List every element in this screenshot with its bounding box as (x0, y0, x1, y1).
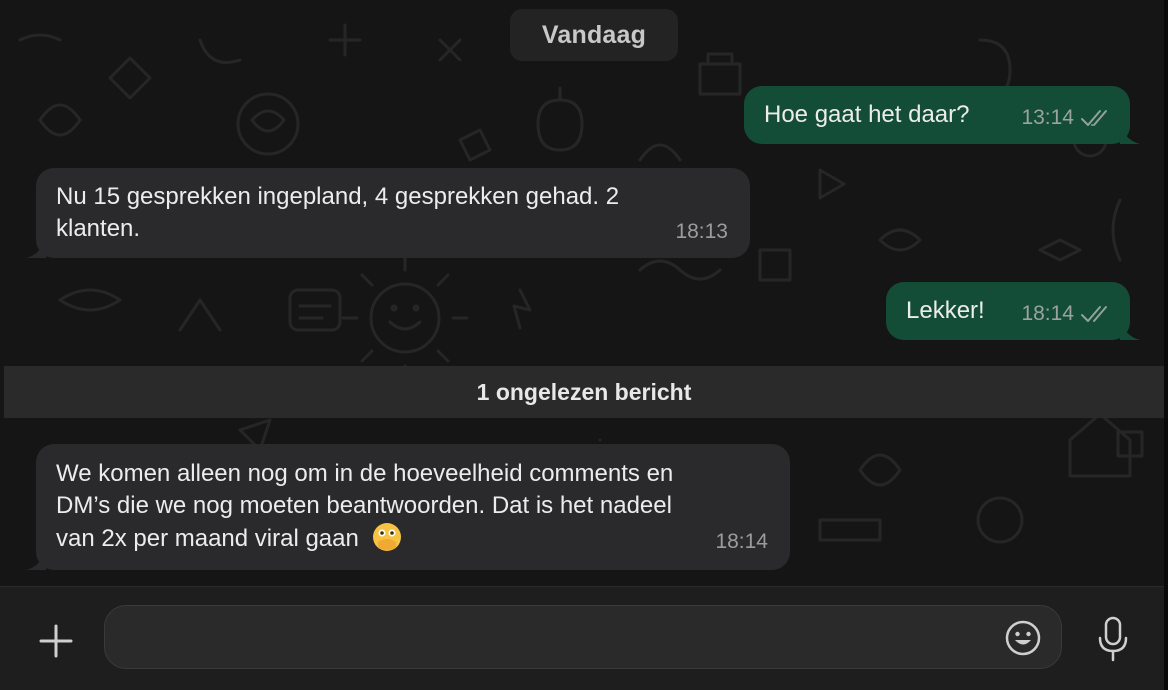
double-check-icon (1081, 306, 1107, 322)
message-text-line: We komen alleen nog om in de hoeveelheid… (56, 460, 674, 487)
chat-window: Vandaag Hoe gaat het daar? 13:14 Nu 15 g… (0, 0, 1168, 690)
message-time: 18:14 (715, 530, 768, 553)
smiley-icon (1005, 620, 1041, 656)
outgoing-message[interactable]: Hoe gaat het daar? 13:14 (744, 86, 1140, 144)
message-time: 18:14 (1021, 302, 1074, 325)
message-list[interactable]: Vandaag Hoe gaat het daar? 13:14 Nu 15 g… (0, 0, 1168, 586)
message-time: 18:13 (675, 220, 728, 243)
message-input[interactable] (125, 606, 1009, 670)
attach-button[interactable] (30, 615, 82, 667)
message-composer (0, 586, 1168, 690)
face-with-open-eyes-and-hand-over-mouth-emoji (372, 522, 402, 552)
emoji-button[interactable] (1003, 618, 1043, 658)
voice-message-button[interactable] (1090, 613, 1136, 665)
incoming-message[interactable]: Nu 15 gesprekken ingepland, 4 gesprekken… (26, 168, 750, 258)
message-text-line: Nu 15 gesprekken ingepland, 4 gesprekken… (56, 183, 620, 210)
bubble-tail (26, 548, 46, 570)
message-input-container[interactable] (104, 605, 1062, 670)
message-text-line: van 2x per maand viral gaan (56, 525, 359, 552)
unread-messages-banner: 1 ongelezen bericht (4, 366, 1164, 418)
window-edge (1164, 0, 1168, 690)
message-text-line: DM’s die we nog moeten beantwoorden. Dat… (56, 492, 672, 519)
date-separator: Vandaag (510, 9, 678, 61)
plus-icon (39, 624, 73, 658)
message-text-line: klanten. (56, 215, 141, 242)
microphone-icon (1098, 616, 1128, 662)
bubble-tail (26, 236, 46, 258)
bubble-tail (1120, 122, 1140, 144)
outgoing-message[interactable]: Lekker! 18:14 (886, 282, 1140, 340)
message-text-line: van 2x per maand viral gaan (56, 522, 770, 555)
double-check-icon (1081, 110, 1107, 126)
message-time: 13:14 (1021, 106, 1074, 129)
bubble-tail (1120, 318, 1140, 340)
incoming-message[interactable]: We komen alleen nog om in de hoeveelheid… (26, 444, 790, 570)
